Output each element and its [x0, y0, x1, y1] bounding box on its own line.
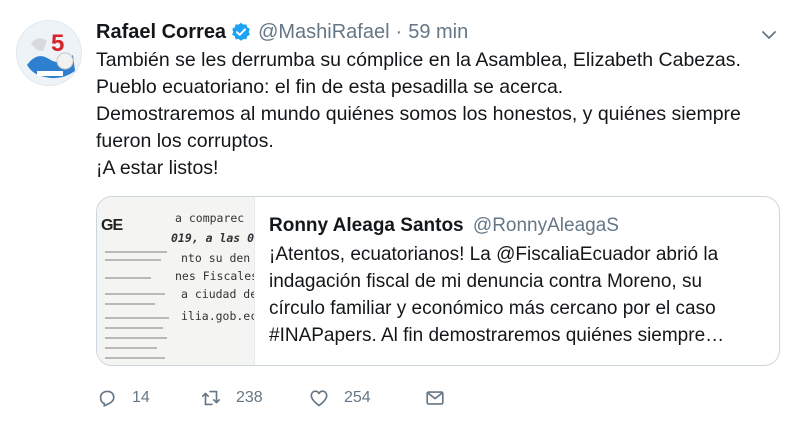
tweet-text-line: Pueblo ecuatoriano: el fin de esta pesad… — [96, 76, 564, 98]
retweet-icon — [201, 390, 221, 406]
thumbnail-text: ilia.gob.ec — [181, 309, 255, 323]
retweet-button[interactable]: 238 — [200, 387, 308, 409]
document-line — [105, 293, 165, 295]
tweet-card[interactable]: 5 Rafael Correa @MashiRafael · 59 min Ta… — [0, 0, 800, 428]
thumbnail-text: a ciudad de — [181, 287, 255, 301]
reply-count: 14 — [132, 389, 150, 406]
document-line — [105, 251, 167, 253]
reply-button[interactable]: 14 — [96, 387, 200, 409]
thumbnail-text: nto su den — [181, 251, 251, 265]
quoted-text-line: #INAPapers. Al fin demostraremos quiénes… — [269, 325, 725, 346]
tweet-text-line: fueron los corruptos. — [96, 130, 274, 152]
quoted-author-handle[interactable]: @RonnyAleagaS — [473, 215, 619, 236]
document-line — [105, 317, 169, 319]
tweet-actions: 14 238 254 — [96, 383, 446, 413]
quoted-tweet-thumbnail[interactable]: GE a comparec 019, a las 0 nto su den ne… — [97, 197, 255, 365]
author-handle[interactable]: @MashiRafael — [258, 21, 389, 44]
timestamp[interactable]: 59 min — [408, 21, 468, 44]
like-button[interactable]: 254 — [308, 387, 424, 409]
quoted-tweet-text: ¡Atentos, ecuatorianos! La @FiscaliaEcua… — [269, 241, 769, 349]
document-line — [105, 357, 165, 359]
document-line — [105, 327, 163, 329]
quoted-text-line: círculo familiar y económico más cercano… — [269, 298, 716, 319]
tweet-text-line: Demostraremos al mundo quiénes somos los… — [96, 103, 741, 125]
quoted-tweet-header: Ronny Aleaga Santos @RonnyAleagaS — [269, 215, 619, 237]
tweet-header: Rafael Correa @MashiRafael · 59 min — [96, 18, 468, 46]
quoted-text-line: ¡Atentos, ecuatorianos! La @FiscaliaEcua… — [269, 244, 719, 265]
thumbnail-text: 019, a las 0 — [171, 231, 255, 245]
direct-message-button[interactable] — [424, 387, 446, 409]
direct-message-icon — [426, 391, 444, 405]
verified-badge-icon — [231, 22, 251, 42]
document-line — [105, 277, 151, 279]
document-line — [105, 347, 157, 349]
quoted-text-line: indagación fiscal de mi denuncia contra … — [269, 271, 703, 292]
thumbnail-logo: GE — [101, 217, 123, 234]
thumbnail-text: a comparec — [175, 211, 245, 225]
document-line — [105, 303, 155, 305]
thumbnail-text: nes Fiscales — [175, 269, 255, 283]
quoted-author-name[interactable]: Ronny Aleaga Santos — [269, 215, 464, 236]
separator-dot: · — [395, 20, 403, 43]
quoted-tweet[interactable]: GE a comparec 019, a las 0 nto su den ne… — [96, 196, 780, 366]
reply-icon — [99, 390, 115, 407]
retweet-count: 238 — [236, 389, 263, 406]
like-count: 254 — [344, 389, 371, 406]
tweet-text: También se les derrumba su cómplice en l… — [96, 47, 776, 182]
chevron-down-icon[interactable] — [758, 24, 780, 46]
author-name[interactable]: Rafael Correa — [96, 21, 226, 44]
tweet-text-line: También se les derrumba su cómplice en l… — [96, 49, 741, 71]
avatar[interactable]: 5 — [16, 20, 82, 86]
document-line — [105, 259, 161, 261]
like-icon — [310, 390, 328, 407]
tweet-text-line: ¡A estar listos! — [96, 157, 219, 179]
document-line — [105, 337, 167, 339]
